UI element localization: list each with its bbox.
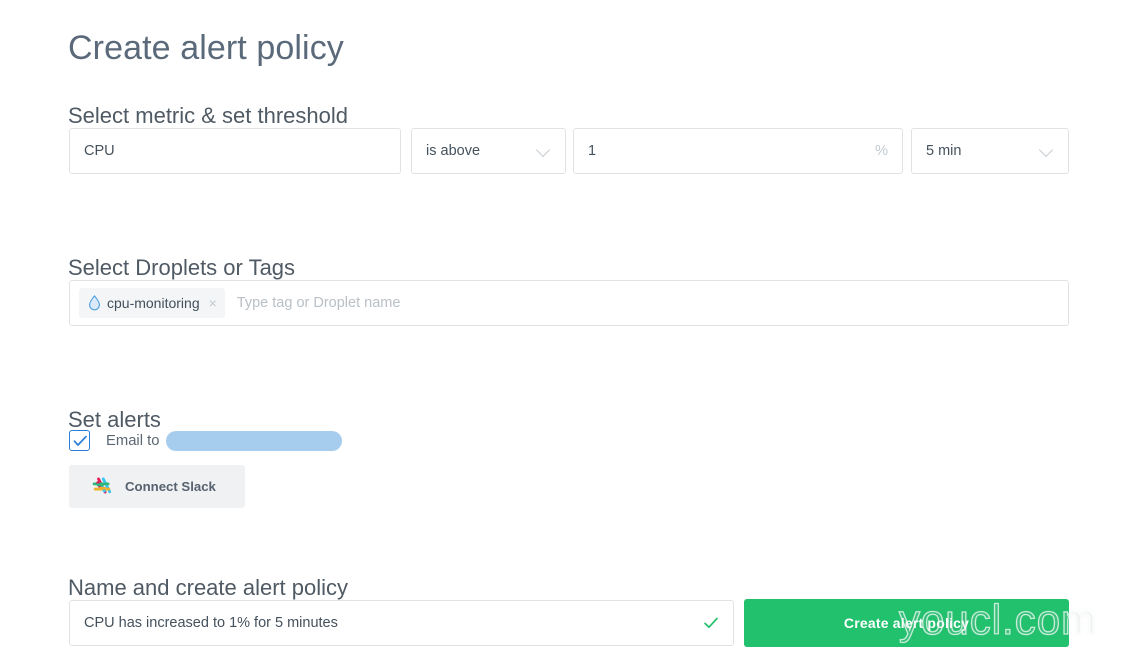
operator-value: is above — [426, 143, 481, 159]
connect-slack-button[interactable]: Connect Slack — [69, 465, 245, 508]
chevron-down-icon — [537, 144, 551, 158]
slack-icon — [92, 476, 112, 494]
section-heading-droplets: Select Droplets or Tags — [68, 255, 296, 281]
tag-chip[interactable]: cpu-monitoring × — [79, 288, 225, 318]
close-icon[interactable]: × — [209, 296, 217, 310]
email-alert-row: Email to — [69, 430, 343, 451]
operator-select[interactable]: is above — [411, 128, 566, 174]
section-heading-metric: Select metric & set threshold — [68, 103, 349, 129]
threshold-input[interactable]: 1 % — [573, 128, 903, 174]
metric-value: CPU — [84, 143, 115, 159]
connect-slack-label: Connect Slack — [125, 479, 216, 494]
create-alert-policy-page: Create alert policy Select metric & set … — [0, 0, 1132, 662]
metric-input[interactable]: CPU — [69, 128, 401, 174]
section-heading-name: Name and create alert policy — [68, 575, 349, 601]
email-address-redacted — [166, 430, 343, 451]
time-window-value: 5 min — [926, 143, 962, 159]
chevron-down-icon — [1040, 144, 1054, 158]
email-to-label: Email to — [106, 432, 160, 449]
percent-unit-label: % — [875, 143, 888, 159]
check-icon — [704, 617, 718, 629]
policy-name-value: CPU has increased to 1% for 5 minutes — [84, 615, 338, 631]
tag-search-input[interactable] — [232, 295, 1059, 311]
check-icon — [73, 435, 87, 446]
threshold-value: 1 — [588, 143, 597, 159]
policy-name-input[interactable]: CPU has increased to 1% for 5 minutes — [69, 600, 734, 646]
email-alert-checkbox[interactable] — [69, 430, 90, 451]
time-window-select[interactable]: 5 min — [911, 128, 1069, 174]
droplets-tags-field[interactable]: cpu-monitoring × — [69, 280, 1069, 326]
create-alert-policy-button[interactable]: Create alert policy — [744, 599, 1069, 647]
tag-chip-label: cpu-monitoring — [107, 295, 200, 311]
page-title: Create alert policy — [68, 28, 344, 67]
droplet-icon — [89, 295, 100, 311]
